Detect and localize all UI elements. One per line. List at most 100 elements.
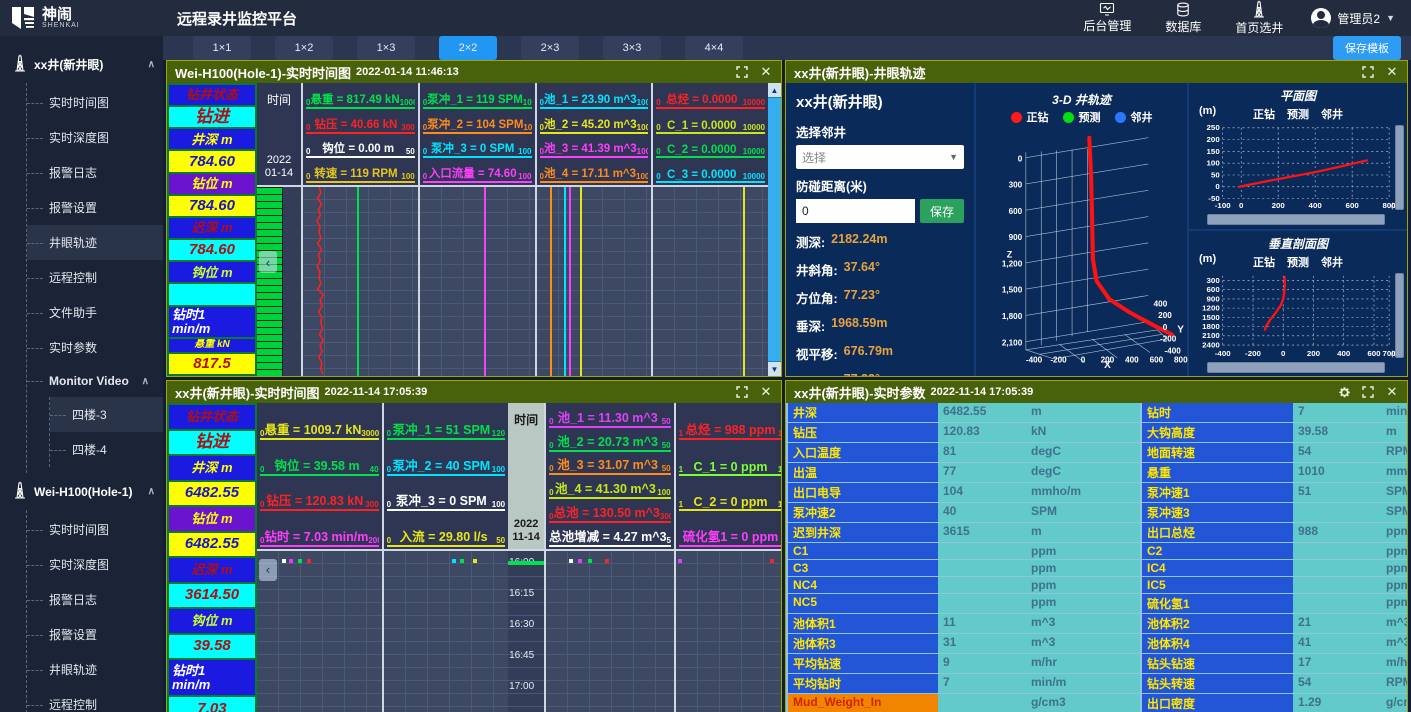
- sidebar-subitem[interactable]: 四楼-3: [50, 397, 163, 432]
- param-unit: g/cm3: [1381, 694, 1408, 712]
- vertical-scrollbar[interactable]: [1395, 125, 1404, 210]
- sidebar-item[interactable]: 报警日志: [27, 582, 163, 617]
- scale-min: 0: [387, 536, 391, 545]
- param-label: 池体积1: [786, 614, 938, 634]
- layout-button-2x3[interactable]: 2×3: [521, 36, 579, 60]
- sidebar-item[interactable]: 远程控制: [27, 260, 163, 295]
- data-dot: [678, 559, 682, 563]
- svg-text:200: 200: [1207, 135, 1220, 144]
- param-unit: m^3: [1381, 614, 1408, 634]
- data-dot: [569, 559, 573, 563]
- gauge-cell: 6482.55: [169, 482, 255, 506]
- user-name: 管理员2: [1337, 10, 1380, 27]
- sidebar-item[interactable]: 井眼轨迹: [27, 652, 163, 687]
- scale-max: 50: [662, 464, 671, 473]
- chart-tracks: 0悬重 = 817.49 kN10000钻压 = 40.66 kN3000钩位 …: [303, 83, 768, 376]
- sidebar-item[interactable]: Monitor Video∧: [27, 365, 163, 397]
- param-label: C2: [1141, 543, 1293, 560]
- expand-icon[interactable]: [735, 65, 749, 79]
- anticollision-distance-input[interactable]: [796, 199, 915, 223]
- data-dot: [460, 559, 464, 563]
- expand-icon[interactable]: [1361, 385, 1375, 399]
- curve-label: 总烃 = 988 ppm: [685, 419, 775, 438]
- horizontal-scrollbar[interactable]: [1207, 362, 1385, 373]
- offset-well-select[interactable]: 选择▼: [796, 145, 964, 169]
- save-button[interactable]: 保存: [920, 199, 964, 223]
- expand-icon[interactable]: [735, 385, 749, 399]
- gauge-text: 井深 m: [191, 133, 232, 147]
- param-label: IC4: [1141, 560, 1293, 577]
- sidebar-item[interactable]: 实时时间图: [27, 512, 163, 547]
- param-value: [938, 594, 1026, 614]
- curve-label: 泵冲_3 = 0 SPM: [431, 140, 514, 156]
- chart-track: 0泵冲_1 = 119 SPM1000泵冲_2 = 104 SPM1000泵冲_…: [420, 83, 537, 376]
- scrollbar-thumb[interactable]: [768, 97, 781, 362]
- sidebar-item[interactable]: 实时深度图: [27, 547, 163, 582]
- layout-button-2x2[interactable]: 2×2: [439, 36, 497, 60]
- param-label: 大钩高度: [1141, 423, 1293, 443]
- collapse-left-icon[interactable]: ‹: [259, 251, 277, 273]
- close-icon[interactable]: ✕: [759, 385, 773, 399]
- layout-button-1x2[interactable]: 1×2: [275, 36, 333, 60]
- legend-label: 正钻: [1253, 257, 1275, 269]
- sidebar-subitem[interactable]: 四楼-4: [50, 432, 163, 467]
- param-unit: ppm: [1381, 543, 1408, 560]
- sidebar-item[interactable]: 远程控制: [27, 687, 163, 712]
- time-column: 时间 202201-14 ‹: [257, 83, 303, 376]
- sidebar-item[interactable]: 实时深度图: [27, 120, 163, 155]
- param-label: 钻时: [1141, 403, 1293, 423]
- curve-legend: 1C_1 = 0 ppm10000: [679, 441, 781, 476]
- sidebar-item[interactable]: 实时参数: [27, 330, 163, 365]
- curve-legend: 总池增减 = 4.27 m^350: [549, 524, 671, 547]
- gear-icon[interactable]: [1337, 385, 1351, 399]
- collapse-caret-icon[interactable]: ∧: [148, 486, 155, 497]
- nav-database[interactable]: 数据库: [1165, 2, 1201, 35]
- legend-label: 正钻: [1253, 109, 1275, 121]
- curve-label: 入流 = 29.80 l/s: [400, 526, 488, 545]
- param-unit: ppm: [1381, 577, 1408, 594]
- close-icon[interactable]: ✕: [1385, 385, 1399, 399]
- sidebar-item[interactable]: 井眼轨迹: [27, 225, 163, 260]
- data-dot: [578, 559, 582, 563]
- layout-button-1x1[interactable]: 1×1: [193, 36, 251, 60]
- vertical-scrollbar[interactable]: [1395, 273, 1404, 358]
- nav-admin-monitor[interactable]: 后台管理: [1083, 2, 1131, 34]
- collapse-caret-icon[interactable]: ∧: [148, 59, 155, 70]
- sidebar-item[interactable]: 报警设置: [27, 617, 163, 652]
- scroll-down-icon[interactable]: ▼: [768, 362, 781, 376]
- data-dot: [282, 559, 286, 563]
- collapse-left-icon[interactable]: ‹: [259, 559, 277, 581]
- gauge-cell: 784.60: [169, 196, 255, 216]
- sidebar-group-header[interactable]: Wei-H100(Hole-1)∧: [0, 473, 163, 510]
- scale-min: 0: [387, 429, 391, 438]
- legend-label: 邻井: [1321, 109, 1343, 121]
- curve-legend: 0钻压 = 120.83 kN300: [260, 477, 379, 512]
- scroll-up-icon[interactable]: ▲: [768, 83, 781, 97]
- expand-icon[interactable]: [1361, 65, 1375, 79]
- panel-title: Wei-H100(Hole-1)-实时时间图: [175, 63, 351, 82]
- gauge-text: 3614.50: [185, 587, 239, 603]
- sidebar-item[interactable]: 报警日志: [27, 155, 163, 190]
- user-menu[interactable]: 管理员2 ▼: [1311, 8, 1395, 28]
- track-plot: [653, 187, 768, 376]
- sidebar-group-header[interactable]: xx井(新井眼)∧: [0, 46, 163, 83]
- sidebar: xx井(新井眼)∧实时时间图实时深度图报警日志报警设置井眼轨迹远程控制文件助手实…: [0, 36, 163, 712]
- param-unit: mmho/m: [1381, 463, 1408, 483]
- layout-button-1x3[interactable]: 1×3: [357, 36, 415, 60]
- horizontal-scrollbar[interactable]: [1207, 214, 1385, 225]
- close-icon[interactable]: ✕: [759, 65, 773, 79]
- param-value: 40: [938, 503, 1026, 523]
- collapse-caret-icon[interactable]: ∧: [142, 376, 149, 387]
- gauge-text: 悬重 kN: [194, 340, 230, 351]
- sidebar-item[interactable]: 文件助手: [27, 295, 163, 330]
- data-dot: [588, 559, 592, 563]
- close-icon[interactable]: ✕: [1385, 65, 1399, 79]
- vertical-scrollbar[interactable]: ▲ ▼: [768, 83, 781, 376]
- sidebar-item[interactable]: 实时时间图: [27, 85, 163, 120]
- nav-derrick[interactable]: 首页选井: [1235, 0, 1283, 36]
- layout-button-3x3[interactable]: 3×3: [603, 36, 661, 60]
- layout-button-4x4[interactable]: 4×4: [685, 36, 743, 60]
- sidebar-item[interactable]: 报警设置: [27, 190, 163, 225]
- sidebar-item-label: 井眼轨迹: [49, 663, 97, 677]
- save-template-button[interactable]: 保存模板: [1333, 36, 1401, 60]
